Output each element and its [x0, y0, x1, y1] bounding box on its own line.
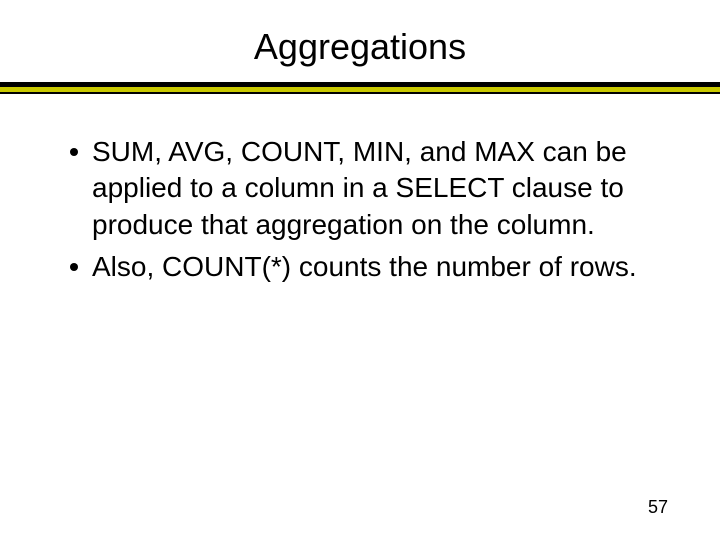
list-item: SUM, AVG, COUNT, MIN, and MAX can be app… [70, 134, 660, 243]
bullet-list: SUM, AVG, COUNT, MIN, and MAX can be app… [70, 134, 660, 286]
list-item: Also, COUNT(*) counts the number of rows… [70, 249, 660, 285]
bullet-icon [70, 263, 78, 271]
slide-title: Aggregations [60, 26, 660, 68]
page-number: 57 [648, 497, 668, 518]
bullet-icon [70, 148, 78, 156]
bullet-text: SUM, AVG, COUNT, MIN, and MAX can be app… [92, 134, 660, 243]
divider [60, 82, 660, 94]
bullet-text: Also, COUNT(*) counts the number of rows… [92, 249, 637, 285]
divider-line-bot [0, 92, 720, 94]
slide: Aggregations SUM, AVG, COUNT, MIN, and M… [0, 0, 720, 540]
